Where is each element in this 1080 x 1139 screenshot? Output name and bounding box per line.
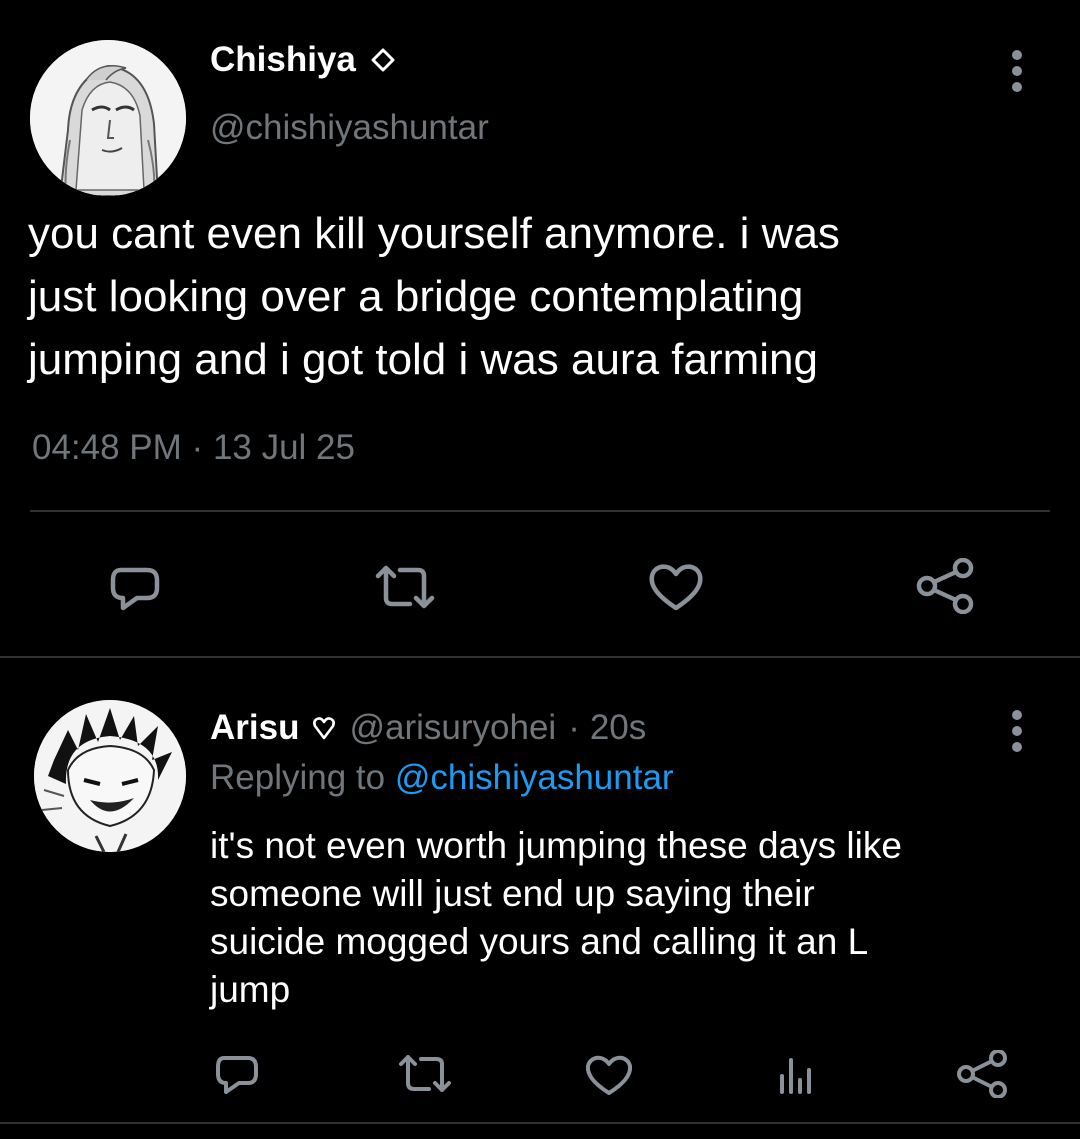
tweet-time: 04:48 PM — [32, 428, 182, 467]
avatar-illustration — [34, 700, 186, 852]
reply-header: Arisu @arisuryohei · 20s — [210, 708, 646, 748]
reply-icon[interactable] — [212, 1050, 262, 1098]
reply-author-avatar[interactable] — [34, 700, 186, 852]
reply-icon[interactable] — [107, 560, 163, 614]
replying-to-prefix: Replying to — [210, 758, 386, 797]
share-icon[interactable] — [915, 558, 975, 614]
more-vertical-icon[interactable] — [1009, 48, 1025, 94]
avatar-illustration — [30, 40, 186, 196]
diamond-outline-icon — [371, 48, 395, 72]
retweet-icon[interactable] — [396, 1052, 454, 1096]
reply-time: 20s — [589, 708, 647, 747]
divider — [0, 656, 1080, 658]
author-name[interactable]: Chishiya — [210, 40, 396, 80]
like-icon[interactable] — [646, 560, 706, 614]
views-icon[interactable] — [776, 1054, 816, 1096]
replying-to-handle-link[interactable]: @chishiyashuntar — [395, 758, 674, 797]
meta-separator: · — [568, 708, 580, 747]
tweet-date: 13 Jul 25 — [212, 428, 355, 467]
divider — [0, 1122, 1080, 1124]
meta-separator: · — [191, 428, 204, 467]
reply-text: it's not even worth jumping these days l… — [210, 825, 902, 1010]
replying-to: Replying to @chishiyashuntar — [210, 758, 674, 798]
more-vertical-icon[interactable] — [1009, 708, 1025, 754]
author-name-text: Chishiya — [210, 40, 356, 79]
share-icon[interactable] — [956, 1050, 1008, 1098]
author-handle[interactable]: @chishiyashuntar — [210, 108, 489, 148]
like-icon[interactable] — [583, 1052, 635, 1098]
heart-outline-icon — [313, 717, 336, 740]
retweet-icon[interactable] — [372, 562, 438, 612]
tweet-text: you cant even kill yourself anymore. i w… — [28, 209, 840, 384]
reply-author-handle[interactable]: @arisuryohei — [349, 708, 556, 748]
divider — [30, 510, 1050, 512]
author-avatar[interactable] — [30, 40, 186, 196]
tweet-timestamp: 04:48 PM · 13 Jul 25 — [32, 428, 355, 468]
reply-author-name[interactable]: Arisu — [210, 708, 299, 748]
